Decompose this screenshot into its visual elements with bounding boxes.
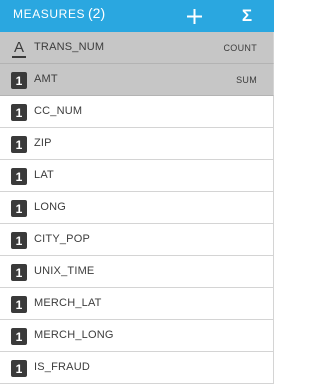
field-row[interactable]: A TRANS_NUM COUNT: [0, 32, 274, 64]
field-row[interactable]: 1 MERCH_LONG: [0, 320, 274, 352]
plus-icon: [186, 8, 202, 24]
field-label: LONG: [34, 201, 66, 213]
add-measure-button[interactable]: [180, 2, 208, 30]
aggregation-label[interactable]: COUNT: [224, 43, 258, 53]
aggregation-label[interactable]: SUM: [236, 75, 257, 85]
measures-header: MEASURES (2) Σ: [0, 0, 274, 32]
measures-count: (2): [88, 5, 106, 21]
field-row[interactable]: 1 AMT SUM: [0, 64, 274, 96]
field-list: A TRANS_NUM COUNT 1 AMT SUM 1 CC_NUM 1 ZIP 1 LAT 1 LO…: [0, 32, 274, 384]
number-type-icon: 1: [11, 72, 27, 89]
field-label: MERCH_LAT: [34, 297, 102, 309]
field-row[interactable]: 1 UNIX_TIME: [0, 256, 274, 288]
field-row[interactable]: 1 ZIP: [0, 128, 274, 160]
field-row[interactable]: 1 MERCH_LAT: [0, 288, 274, 320]
field-label: AMT: [34, 73, 58, 85]
measures-title: MEASURES: [13, 7, 86, 21]
number-type-icon: 1: [11, 136, 27, 153]
number-type-icon: 1: [11, 296, 27, 313]
field-label: TRANS_NUM: [34, 41, 105, 53]
field-row[interactable]: 1 CC_NUM: [0, 96, 274, 128]
number-type-icon: 1: [11, 200, 27, 217]
number-type-icon: 1: [11, 264, 27, 281]
field-label: MERCH_LONG: [34, 329, 114, 341]
field-label: CC_NUM: [34, 105, 83, 117]
number-type-icon: 1: [11, 328, 27, 345]
field-row[interactable]: 1 LAT: [0, 160, 274, 192]
field-label: CITY_POP: [34, 233, 91, 245]
string-type-icon: A: [12, 38, 26, 58]
field-label: ZIP: [34, 137, 52, 149]
number-type-icon: 1: [11, 232, 27, 249]
measures-panel: MEASURES (2) Σ A TRANS_NUM COUNT 1 AMT SUM 1 CC…: [0, 0, 274, 390]
sigma-button[interactable]: Σ: [233, 2, 261, 30]
number-type-icon: 1: [11, 104, 27, 121]
field-label: UNIX_TIME: [34, 265, 95, 277]
number-type-icon: 1: [11, 168, 27, 185]
field-row[interactable]: 1 LONG: [0, 192, 274, 224]
field-row[interactable]: 1 IS_FRAUD: [0, 352, 274, 384]
sigma-icon: Σ: [241, 6, 253, 25]
field-label: LAT: [34, 169, 54, 181]
field-row[interactable]: 1 CITY_POP: [0, 224, 274, 256]
field-label: IS_FRAUD: [34, 361, 90, 373]
number-type-icon: 1: [11, 360, 27, 377]
